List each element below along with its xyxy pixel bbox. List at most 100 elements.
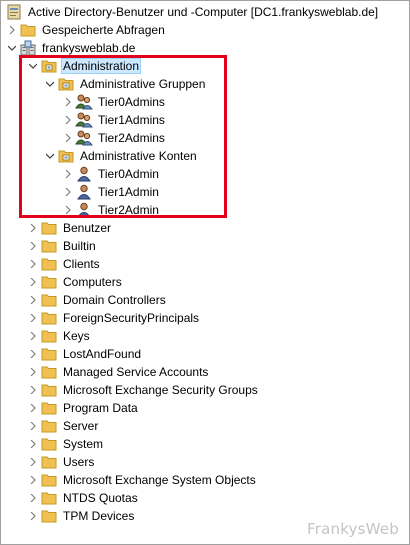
tree-item-label: Clients — [63, 257, 100, 271]
folder-icon — [40, 255, 58, 273]
folder-icon — [40, 507, 58, 525]
chevron-right-icon[interactable] — [26, 453, 40, 471]
folder-icon — [40, 471, 58, 489]
tree-item-container[interactable]: Microsoft Exchange System Objects — [26, 471, 258, 489]
tree-root-label: Active Directory-Benutzer und -Computer … — [28, 5, 379, 19]
tree-item-container[interactable]: Builtin — [26, 237, 98, 255]
tree-item-label: Server — [63, 419, 99, 433]
chevron-right-icon[interactable] — [26, 219, 40, 237]
chevron-right-icon[interactable] — [26, 381, 40, 399]
folder-icon — [40, 363, 58, 381]
tree-item-label: Computers — [63, 275, 122, 289]
tree-item-user[interactable]: Tier0Admin — [61, 165, 161, 183]
chevron-right-icon[interactable] — [26, 327, 40, 345]
tree-item-label: Gespeicherte Abfragen — [42, 23, 165, 37]
chevron-right-icon[interactable] — [26, 399, 40, 417]
tree-item-administration[interactable]: Administration — [26, 57, 142, 75]
chevron-right-icon[interactable] — [26, 471, 40, 489]
chevron-right-icon[interactable] — [61, 165, 75, 183]
tree-item-label: Builtin — [63, 239, 96, 253]
tree-item-label: Administrative Konten — [80, 149, 197, 163]
tree-item-container[interactable]: NTDS Quotas — [26, 489, 140, 507]
group-icon — [75, 129, 93, 147]
chevron-right-icon[interactable] — [26, 273, 40, 291]
tree-item-label: LostAndFound — [63, 347, 142, 361]
tree-item-label: NTDS Quotas — [63, 491, 138, 505]
tree-item-container[interactable]: System — [26, 435, 105, 453]
user-icon — [75, 201, 93, 219]
folder-icon — [40, 453, 58, 471]
tree-item-label: TPM Devices — [63, 509, 135, 523]
tree-item-label: Keys — [63, 329, 90, 343]
chevron-right-icon[interactable] — [26, 435, 40, 453]
chevron-right-icon[interactable] — [26, 291, 40, 309]
chevron-right-icon[interactable] — [5, 21, 19, 39]
tree-item-label: System — [63, 437, 104, 451]
tree-item-label: Tier1Admins — [98, 113, 165, 127]
tree-item-container[interactable]: TPM Devices — [26, 507, 136, 525]
tree-item-container[interactable]: Computers — [26, 273, 124, 291]
tree-item-group[interactable]: Tier2Admins — [61, 129, 167, 147]
tree-item-label: Administration — [61, 58, 142, 74]
tree-item-label: Benutzer — [63, 221, 112, 235]
ad-console-icon — [5, 3, 23, 21]
tree-item-container[interactable]: Domain Controllers — [26, 291, 168, 309]
tree-item-label: Microsoft Exchange Security Groups — [63, 383, 258, 397]
tree-item-container[interactable]: Microsoft Exchange Security Groups — [26, 381, 260, 399]
chevron-right-icon[interactable] — [26, 345, 40, 363]
tree-item-container[interactable]: Clients — [26, 255, 102, 273]
tree-item-admin-groups[interactable]: Administrative Gruppen — [43, 75, 207, 93]
chevron-down-icon[interactable] — [43, 75, 57, 93]
tree-item-label: Administrative Gruppen — [80, 77, 206, 91]
folder-icon — [40, 237, 58, 255]
chevron-right-icon[interactable] — [26, 507, 40, 525]
tree-item-label: Tier2Admin — [98, 203, 159, 217]
chevron-right-icon[interactable] — [26, 489, 40, 507]
tree-item-container[interactable]: Users — [26, 453, 96, 471]
tree-item-container[interactable]: Keys — [26, 327, 92, 345]
tree-item-container[interactable]: LostAndFound — [26, 345, 143, 363]
chevron-right-icon[interactable] — [61, 183, 75, 201]
folder-icon — [19, 21, 37, 39]
tree-item-admin-accounts[interactable]: Administrative Konten — [43, 147, 199, 165]
ou-folder-icon — [40, 57, 58, 75]
chevron-right-icon[interactable] — [61, 201, 75, 219]
tree-item-container[interactable]: Program Data — [26, 399, 140, 417]
tree-item-label: Tier0Admin — [98, 167, 159, 181]
tree-item-user[interactable]: Tier1Admin — [61, 183, 161, 201]
ou-folder-icon — [57, 147, 75, 165]
chevron-right-icon[interactable] — [26, 309, 40, 327]
tree-item-saved-queries[interactable]: Gespeicherte Abfragen — [5, 21, 167, 39]
tree-root[interactable]: Active Directory-Benutzer und -Computer … — [5, 3, 380, 21]
folder-icon — [40, 273, 58, 291]
chevron-right-icon[interactable] — [26, 237, 40, 255]
group-icon — [75, 111, 93, 129]
watermark: FrankysWeb — [307, 520, 399, 538]
ou-folder-icon — [57, 75, 75, 93]
tree-item-label: Tier2Admins — [98, 131, 165, 145]
tree-item-container[interactable]: Benutzer — [26, 219, 113, 237]
tree-item-label: Tier0Admins — [98, 95, 165, 109]
tree-item-container[interactable]: ForeignSecurityPrincipals — [26, 309, 201, 327]
chevron-right-icon[interactable] — [61, 93, 75, 111]
tree-item-label: Managed Service Accounts — [63, 365, 209, 379]
chevron-right-icon[interactable] — [61, 111, 75, 129]
tree-item-group[interactable]: Tier1Admins — [61, 111, 167, 129]
tree-item-user[interactable]: Tier2Admin — [61, 201, 161, 219]
tree-item-container[interactable]: Managed Service Accounts — [26, 363, 210, 381]
chevron-down-icon[interactable] — [26, 57, 40, 75]
tree-item-group[interactable]: Tier0Admins — [61, 93, 167, 111]
folder-icon — [40, 399, 58, 417]
tree-item-domain[interactable]: frankysweblab.de — [5, 39, 137, 57]
folder-icon — [40, 345, 58, 363]
chevron-right-icon[interactable] — [61, 129, 75, 147]
chevron-right-icon[interactable] — [26, 363, 40, 381]
chevron-right-icon[interactable] — [26, 255, 40, 273]
chevron-down-icon[interactable] — [5, 39, 19, 57]
tree-item-container[interactable]: Server — [26, 417, 100, 435]
folder-icon — [40, 309, 58, 327]
chevron-right-icon[interactable] — [26, 417, 40, 435]
tree-item-label: ForeignSecurityPrincipals — [63, 311, 200, 325]
tree-item-label: frankysweblab.de — [42, 41, 136, 55]
chevron-down-icon[interactable] — [43, 147, 57, 165]
